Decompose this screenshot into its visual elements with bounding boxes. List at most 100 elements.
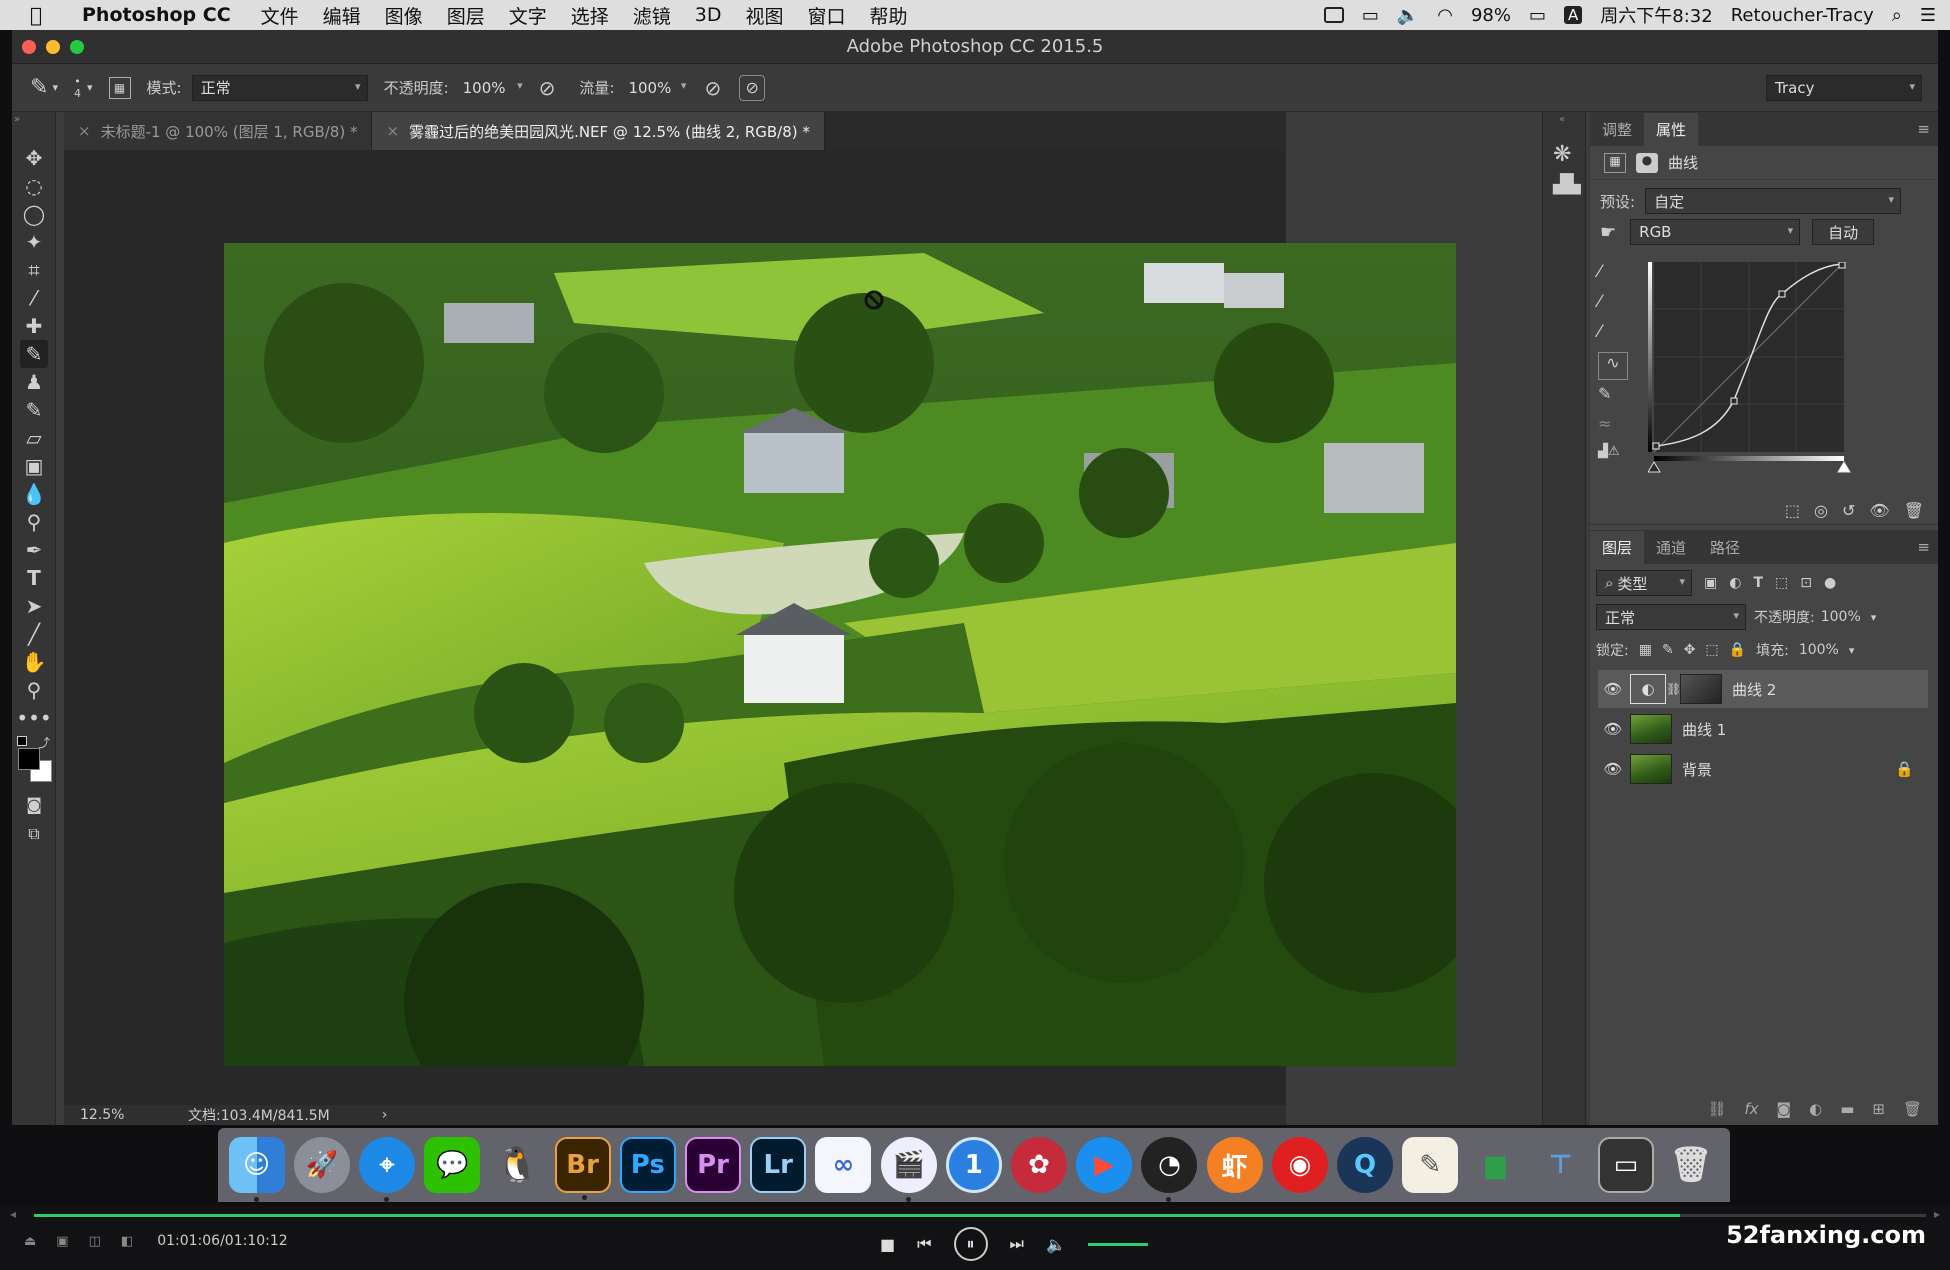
- clip-to-layer-icon[interactable]: ⬚: [1785, 501, 1800, 520]
- dock-infuse-icon[interactable]: ▶: [1076, 1137, 1133, 1193]
- move-tool-icon[interactable]: ✥: [20, 144, 48, 172]
- spotlight-icon[interactable]: ⌕: [1892, 5, 1902, 26]
- clock[interactable]: 周六下午8:32: [1600, 2, 1712, 28]
- info-icon[interactable]: ◧: [121, 1234, 133, 1249]
- visibility-eye-icon[interactable]: 👁: [1598, 680, 1628, 698]
- opacity-field[interactable]: 100% ▾: [455, 75, 529, 101]
- navigator-icon[interactable]: ❋: [1553, 142, 1571, 167]
- chevron-down-icon[interactable]: ▾: [52, 81, 58, 94]
- screen-record-icon[interactable]: [1323, 7, 1344, 23]
- filter-adjustment-icon[interactable]: ◐: [1729, 575, 1741, 591]
- chevron-down-icon[interactable]: ▾: [1871, 611, 1877, 624]
- visibility-eye-icon[interactable]: 👁: [1598, 720, 1628, 738]
- screenshot-icon[interactable]: ◫: [89, 1234, 101, 1249]
- lock-artboard-icon[interactable]: ⬚: [1705, 642, 1718, 658]
- quick-mask-icon[interactable]: ◙: [20, 790, 48, 818]
- pen-tool-icon[interactable]: ✒: [20, 536, 48, 564]
- crop-tool-icon[interactable]: ⌗: [20, 256, 48, 284]
- gradient-tool-icon[interactable]: ▣: [20, 452, 48, 480]
- new-group-icon[interactable]: ▬: [1840, 1100, 1854, 1118]
- brush-panel-icon[interactable]: ▦: [108, 76, 131, 99]
- panel-menu-icon[interactable]: ≡: [1917, 120, 1930, 146]
- next-icon[interactable]: ⏭: [1010, 1234, 1024, 1254]
- menu-window[interactable]: 窗口: [807, 2, 845, 29]
- new-layer-icon[interactable]: ⊞: [1872, 1100, 1885, 1118]
- dock-obs-icon[interactable]: ◔: [1141, 1137, 1198, 1202]
- marquee-tool-icon[interactable]: ◌: [20, 172, 48, 200]
- filter-toggle-icon[interactable]: ●: [1824, 575, 1836, 591]
- layer-row-background[interactable]: 👁 背景 🔒: [1598, 750, 1928, 788]
- stop-icon[interactable]: ■: [880, 1235, 895, 1254]
- brush-tool-icon[interactable]: ✎: [20, 340, 48, 368]
- tab-properties[interactable]: 属性: [1644, 113, 1699, 146]
- collapse-panels-icon[interactable]: «: [1559, 114, 1565, 125]
- chevron-right-icon[interactable]: ▸: [1934, 1207, 1940, 1221]
- eraser-tool-icon[interactable]: ▱: [20, 424, 48, 452]
- type-tool-icon[interactable]: T: [20, 564, 48, 592]
- dock-bridge-icon[interactable]: Br: [554, 1137, 611, 1200]
- dodge-tool-icon[interactable]: ⚲: [20, 508, 48, 536]
- lock-transparent-icon[interactable]: ▦: [1639, 642, 1652, 658]
- white-point-eyedropper-icon[interactable]: ⁄: [1598, 322, 1628, 352]
- lock-pixels-icon[interactable]: ✎: [1662, 642, 1674, 658]
- clone-stamp-tool-icon[interactable]: ♟: [20, 368, 48, 396]
- brush-size-indicator[interactable]: • 4: [74, 75, 81, 100]
- app-menu[interactable]: Photoshop CC: [82, 4, 231, 26]
- layer-mask-thumbnail[interactable]: [1680, 674, 1722, 704]
- healing-brush-tool-icon[interactable]: ✚: [20, 312, 48, 340]
- reset-icon[interactable]: ↺: [1842, 501, 1855, 520]
- path-selection-tool-icon[interactable]: ➤: [20, 592, 48, 620]
- menu-view[interactable]: 视图: [745, 2, 783, 29]
- pressure-opacity-icon[interactable]: ⊘: [539, 76, 556, 100]
- dock-davinci-icon[interactable]: ✿: [1011, 1137, 1068, 1193]
- gray-point-eyedropper-icon[interactable]: ⁄: [1598, 292, 1628, 322]
- screen-mode-icon[interactable]: ⧉: [20, 820, 48, 848]
- curve-points-icon[interactable]: ∿: [1598, 352, 1628, 380]
- more-tools-icon[interactable]: •••: [16, 704, 51, 732]
- airplay-icon[interactable]: ▭: [1362, 5, 1379, 26]
- dock-screen-icon[interactable]: ▭: [1597, 1137, 1654, 1193]
- link-icon[interactable]: ⛓: [1666, 682, 1681, 696]
- lock-all-icon[interactable]: 🔒: [1729, 642, 1746, 658]
- delete-adjustment-icon[interactable]: 🗑: [1904, 501, 1924, 520]
- pencil-curve-icon[interactable]: ✎: [1598, 384, 1628, 414]
- chevron-right-icon[interactable]: ›: [382, 1107, 388, 1123]
- brush-preset-icon[interactable]: ✎: [30, 75, 48, 100]
- chevron-left-icon[interactable]: ◂: [10, 1207, 16, 1221]
- menu-file[interactable]: 文件: [261, 2, 299, 29]
- dock-finder-icon[interactable]: ☺: [228, 1137, 285, 1202]
- clipping-warning-icon[interactable]: ▟⚠: [1598, 444, 1628, 474]
- panel-menu-icon[interactable]: ≡: [1917, 538, 1930, 564]
- menu-image[interactable]: 图像: [385, 2, 423, 29]
- link-layers-icon[interactable]: ⛓: [1707, 1100, 1726, 1118]
- dock-qq-icon[interactable]: 🐧: [489, 1137, 545, 1193]
- tab-channels[interactable]: 通道: [1644, 531, 1698, 564]
- flow-field[interactable]: 100% ▾: [620, 75, 692, 101]
- dock-safari-icon[interactable]: ⌖: [359, 1137, 415, 1202]
- tab-layers[interactable]: 图层: [1590, 531, 1645, 564]
- close-tab-icon[interactable]: ×: [386, 122, 399, 140]
- fx-icon[interactable]: fx: [1744, 1100, 1758, 1118]
- hand-tool-icon[interactable]: ✋: [20, 648, 48, 676]
- line-tool-icon[interactable]: ╱: [20, 620, 48, 648]
- eyedropper-tool-icon[interactable]: ⁄: [20, 284, 48, 312]
- menu-edit[interactable]: 编辑: [323, 2, 361, 29]
- black-point-eyedropper-icon[interactable]: ⁄: [1598, 262, 1628, 292]
- new-adjustment-icon[interactable]: ◐: [1809, 1100, 1822, 1118]
- histogram-icon[interactable]: ▟▙: [1553, 174, 1581, 195]
- auto-button[interactable]: 自动: [1812, 219, 1875, 245]
- dock-flow-icon[interactable]: ∞: [815, 1137, 872, 1193]
- dock-lightroom-icon[interactable]: Lr: [750, 1137, 807, 1193]
- menu-select[interactable]: 选择: [571, 2, 609, 29]
- dock-keynote-icon[interactable]: 🎬: [880, 1137, 937, 1202]
- volume-icon[interactable]: 🔈: [1397, 5, 1419, 26]
- filter-smart-object-icon[interactable]: ⊡: [1800, 575, 1812, 591]
- dock-quicktime-icon[interactable]: Q: [1337, 1137, 1394, 1193]
- quick-select-tool-icon[interactable]: ✦: [20, 228, 48, 256]
- view-previous-state-icon[interactable]: ◎: [1814, 501, 1828, 520]
- visibility-eye-icon[interactable]: 👁: [1598, 760, 1628, 778]
- dock-textedit-icon[interactable]: ✎: [1402, 1137, 1459, 1193]
- layer-row-curves1[interactable]: 👁 曲线 1: [1598, 710, 1928, 748]
- close-tab-icon[interactable]: ×: [78, 122, 91, 140]
- mask-icon[interactable]: ●: [1636, 152, 1658, 173]
